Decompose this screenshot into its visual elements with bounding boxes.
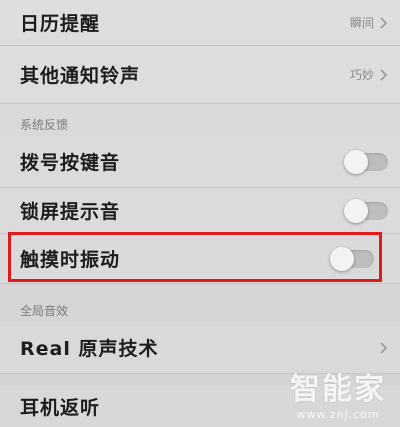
lock-screen-row[interactable]: 锁屏提示音 — [0, 188, 400, 234]
calendar-reminder-row[interactable]: 日历提醒 瞬间 — [0, 0, 400, 46]
dial-keypad-row[interactable]: 拨号按键音 — [0, 136, 400, 188]
calendar-reminder-label: 日历提醒 — [20, 13, 101, 35]
dial-keypad-toggle[interactable] — [344, 149, 388, 174]
touch-vibrate-toggle[interactable] — [330, 246, 374, 271]
settings-screen: 日历提醒 瞬间 其他通知铃声 巧妙 系统反馈 拨号按键音 锁屏提示音 触摸时振动… — [0, 0, 400, 427]
real-sound-value-group — [378, 341, 388, 355]
other-ringtone-value-group: 巧妙 — [350, 66, 388, 83]
chevron-right-icon — [380, 341, 388, 354]
other-ringtone-label: 其他通知铃声 — [20, 65, 141, 87]
toggle-knob — [344, 198, 368, 223]
watermark: 智能家 www.znj.com — [290, 364, 386, 421]
earphone-monitor-label: 耳机返听 — [20, 397, 101, 419]
lock-screen-label: 锁屏提示音 — [20, 201, 121, 223]
calendar-reminder-value-group: 瞬间 — [350, 14, 388, 31]
chevron-right-icon — [380, 68, 388, 81]
global-sound-section-header: 全局音效 — [20, 304, 69, 318]
system-feedback-section-header: 系统反馈 — [20, 118, 69, 132]
real-sound-label: Real 原声技术 — [20, 338, 159, 360]
watermark-logo-text: 智能家 — [290, 372, 386, 407]
chevron-right-icon — [380, 16, 388, 29]
toggle-knob — [344, 149, 368, 174]
other-ringtone-value: 巧妙 — [349, 68, 374, 82]
lock-screen-toggle[interactable] — [344, 198, 388, 223]
calendar-reminder-value: 瞬间 — [349, 16, 374, 30]
watermark-url: www.znj.com — [296, 408, 380, 421]
touch-vibrate-label: 触摸时振动 — [20, 249, 121, 271]
other-ringtone-row[interactable]: 其他通知铃声 巧妙 — [0, 46, 400, 104]
dial-keypad-label: 拨号按键音 — [20, 152, 121, 174]
toggle-knob — [330, 246, 354, 271]
touch-vibrate-row[interactable]: 触摸时振动 — [0, 234, 400, 284]
